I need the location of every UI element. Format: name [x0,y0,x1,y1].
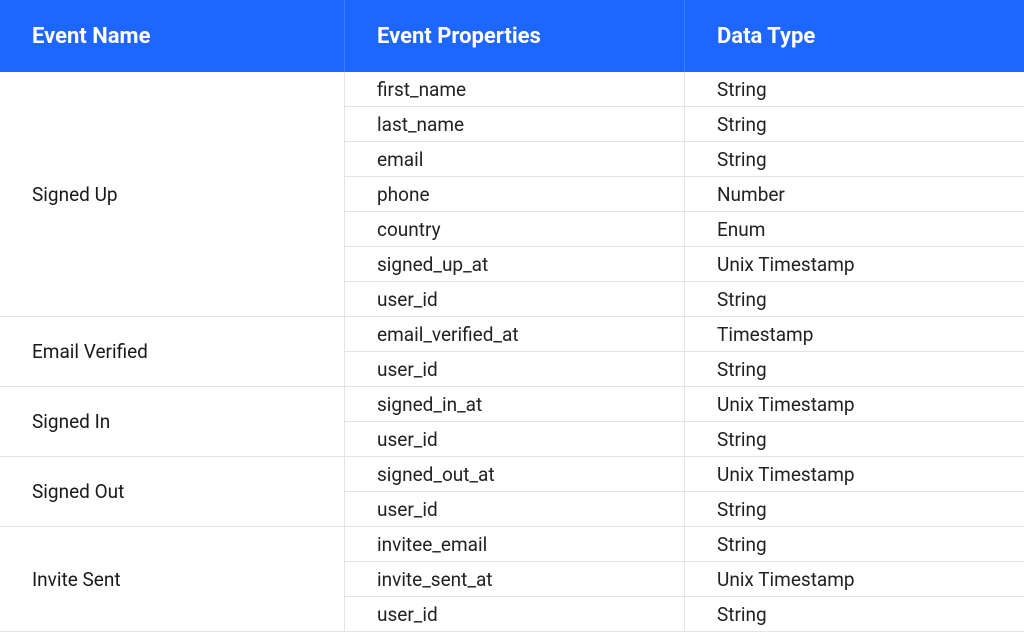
property-cell: first_name [345,72,685,107]
property-cell: signed_in_at [345,387,685,422]
property-cell: user_id [345,282,685,317]
event-name-cell: Signed Up [0,72,345,317]
type-cell: Unix Timestamp [685,562,1024,597]
type-cell: Unix Timestamp [685,457,1024,492]
type-cell: String [685,282,1024,317]
events-table: Event Name Signed Up Email Verified Sign… [0,0,1024,632]
type-cell: String [685,527,1024,562]
type-cell: Enum [685,212,1024,247]
type-cell: Unix Timestamp [685,387,1024,422]
property-cell: email [345,142,685,177]
type-cell: Timestamp [685,317,1024,352]
column-event-name: Event Name Signed Up Email Verified Sign… [0,0,345,632]
header-event-properties: Event Properties [345,0,685,72]
event-name-cell: Invite Sent [0,527,345,632]
type-cell: Number [685,177,1024,212]
type-cell: Unix Timestamp [685,247,1024,282]
property-cell: user_id [345,492,685,527]
type-cell: String [685,597,1024,632]
type-cell: String [685,107,1024,142]
property-cell: email_verified_at [345,317,685,352]
event-name-cell: Signed Out [0,457,345,527]
property-cell: signed_out_at [345,457,685,492]
property-cell: user_id [345,352,685,387]
property-cell: user_id [345,422,685,457]
event-name-cell: Email Verified [0,317,345,387]
type-cell: String [685,142,1024,177]
property-cell: user_id [345,597,685,632]
type-cell: String [685,352,1024,387]
property-cell: signed_up_at [345,247,685,282]
property-cell: phone [345,177,685,212]
property-cell: last_name [345,107,685,142]
property-cell: invitee_email [345,527,685,562]
column-event-properties: Event Properties first_name last_name em… [345,0,685,632]
event-name-cell: Signed In [0,387,345,457]
property-cell: country [345,212,685,247]
header-data-type: Data Type [685,0,1024,72]
type-cell: String [685,492,1024,527]
property-cell: invite_sent_at [345,562,685,597]
column-data-type: Data Type String String String Number En… [685,0,1024,632]
header-event-name: Event Name [0,0,345,72]
type-cell: String [685,72,1024,107]
type-cell: String [685,422,1024,457]
